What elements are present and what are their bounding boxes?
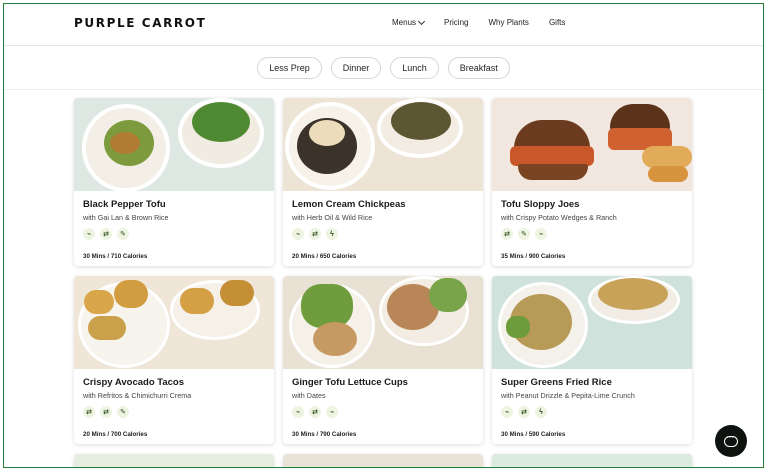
leaf-icon: ⌁ [292, 228, 304, 240]
swap-icon: ⇄ [83, 406, 95, 418]
filter-breakfast[interactable]: Breakfast [447, 56, 510, 79]
recipe-image [492, 98, 692, 191]
recipe-image [283, 276, 483, 369]
recipe-meta: 30 Mins / 710 Calories [83, 253, 148, 260]
recipe-card-body: Super Greens Fried Rice with Peanut Driz… [492, 369, 692, 444]
swap-icon: ⇄ [518, 406, 530, 418]
nav-menus[interactable]: Menus [392, 17, 426, 27]
recipe-image [74, 276, 274, 369]
recipe-title: Tofu Sloppy Joes [501, 199, 580, 210]
recipe-card-body: Tofu Sloppy Joes with Crispy Potato Wedg… [492, 191, 692, 266]
recipe-tags: ⌁ ⇄ ✎ [83, 228, 265, 240]
filter-dinner[interactable]: Dinner [330, 56, 382, 79]
recipe-meta: 35 Mins / 900 Calories [501, 253, 566, 260]
recipe-card-partial[interactable] [74, 454, 274, 467]
leaf-icon: ⌁ [326, 406, 338, 418]
chevron-down-icon [417, 17, 426, 25]
bolt-icon: ϟ [535, 406, 547, 418]
recipe-card-body: Lemon Cream Chickpeas with Herb Oil & Wi… [283, 191, 483, 266]
recipe-card-body: Crispy Avocado Tacos with Refritos & Chi… [74, 369, 274, 444]
recipe-image [492, 276, 692, 369]
recipe-subtitle: with Herb Oil & Wild Rice [292, 213, 373, 222]
leaf-icon: ⌁ [535, 228, 547, 240]
pepper-icon: ✎ [117, 406, 129, 418]
swap-icon: ⇄ [309, 406, 321, 418]
meal-filters: Less Prep Dinner Lunch Breakfast [4, 46, 763, 90]
pepper-icon: ✎ [518, 228, 530, 240]
recipe-title: Lemon Cream Chickpeas [292, 199, 406, 210]
recipe-meta: 30 Mins / 590 Calories [501, 431, 566, 438]
nav-pricing[interactable]: Pricing [444, 18, 468, 27]
recipe-image [74, 98, 274, 191]
filter-less-prep[interactable]: Less Prep [257, 56, 322, 79]
recipe-card-super-greens-fried-rice[interactable]: Super Greens Fried Rice with Peanut Driz… [492, 276, 692, 444]
nav-menus-label: Menus [392, 18, 417, 27]
recipe-subtitle: with Dates [292, 391, 326, 400]
recipe-subtitle: with Gai Lan & Brown Rice [83, 213, 169, 222]
leaf-icon: ⌁ [292, 406, 304, 418]
recipe-card-ginger-tofu-lettuce-cups[interactable]: Ginger Tofu Lettuce Cups with Dates ⌁ ⇄ … [283, 276, 483, 444]
leaf-icon: ⌁ [83, 228, 95, 240]
chat-bubble-icon [724, 433, 738, 447]
bolt-icon: ϟ [326, 228, 338, 240]
recipe-card-tofu-sloppy-joes[interactable]: Tofu Sloppy Joes with Crispy Potato Wedg… [492, 98, 692, 266]
recipe-image [492, 454, 692, 467]
recipe-card-partial[interactable] [492, 454, 692, 467]
recipe-tags: ⌁ ⇄ ϟ [501, 406, 683, 418]
recipe-subtitle: with Crispy Potato Wedges & Ranch [501, 213, 617, 222]
recipe-card-partial[interactable] [283, 454, 483, 467]
recipe-title: Super Greens Fried Rice [501, 377, 612, 388]
brand-logo[interactable]: PURPLE CARROT [74, 16, 206, 30]
main-nav: Menus Pricing Why Plants Gifts [392, 17, 585, 27]
recipe-tags: ⌁ ⇄ ϟ [292, 228, 474, 240]
swap-icon: ⇄ [100, 406, 112, 418]
nav-gifts[interactable]: Gifts [549, 18, 565, 27]
filter-lunch[interactable]: Lunch [390, 56, 439, 79]
swap-icon: ⇄ [100, 228, 112, 240]
swap-icon: ⇄ [309, 228, 321, 240]
recipe-title: Crispy Avocado Tacos [83, 377, 185, 388]
recipe-subtitle: with Refritos & Chimichurri Crema [83, 391, 192, 400]
chat-button[interactable] [715, 425, 747, 457]
recipe-meta: 20 Mins / 700 Calories [83, 431, 148, 438]
recipe-tags: ⇄ ⇄ ✎ [83, 406, 265, 418]
recipe-tags: ⇄ ✎ ⌁ [501, 228, 683, 240]
recipe-title: Black Pepper Tofu [83, 199, 166, 210]
recipe-card-crispy-avocado-tacos[interactable]: Crispy Avocado Tacos with Refritos & Chi… [74, 276, 274, 444]
recipe-meta: 20 Mins / 650 Calories [292, 253, 357, 260]
recipe-image [283, 98, 483, 191]
recipe-meta: 30 Mins / 790 Calories [292, 431, 357, 438]
recipe-card-body: Black Pepper Tofu with Gai Lan & Brown R… [74, 191, 274, 266]
recipe-card-lemon-cream-chickpeas[interactable]: Lemon Cream Chickpeas with Herb Oil & Wi… [283, 98, 483, 266]
recipe-title: Ginger Tofu Lettuce Cups [292, 377, 408, 388]
recipe-tags: ⌁ ⇄ ⌁ [292, 406, 474, 418]
site-header: PURPLE CARROT Menus Pricing Why Plants G… [4, 4, 763, 46]
pepper-icon: ✎ [117, 228, 129, 240]
recipe-card-body: Ginger Tofu Lettuce Cups with Dates ⌁ ⇄ … [283, 369, 483, 444]
recipe-card-black-pepper-tofu[interactable]: Black Pepper Tofu with Gai Lan & Brown R… [74, 98, 274, 266]
nav-why-plants[interactable]: Why Plants [488, 18, 528, 27]
leaf-icon: ⌁ [501, 406, 513, 418]
recipe-image [74, 454, 274, 467]
recipe-image [283, 454, 483, 467]
swap-icon: ⇄ [501, 228, 513, 240]
recipe-subtitle: with Peanut Drizzle & Pepita-Lime Crunch [501, 391, 635, 400]
page-frame: PURPLE CARROT Menus Pricing Why Plants G… [3, 3, 764, 468]
